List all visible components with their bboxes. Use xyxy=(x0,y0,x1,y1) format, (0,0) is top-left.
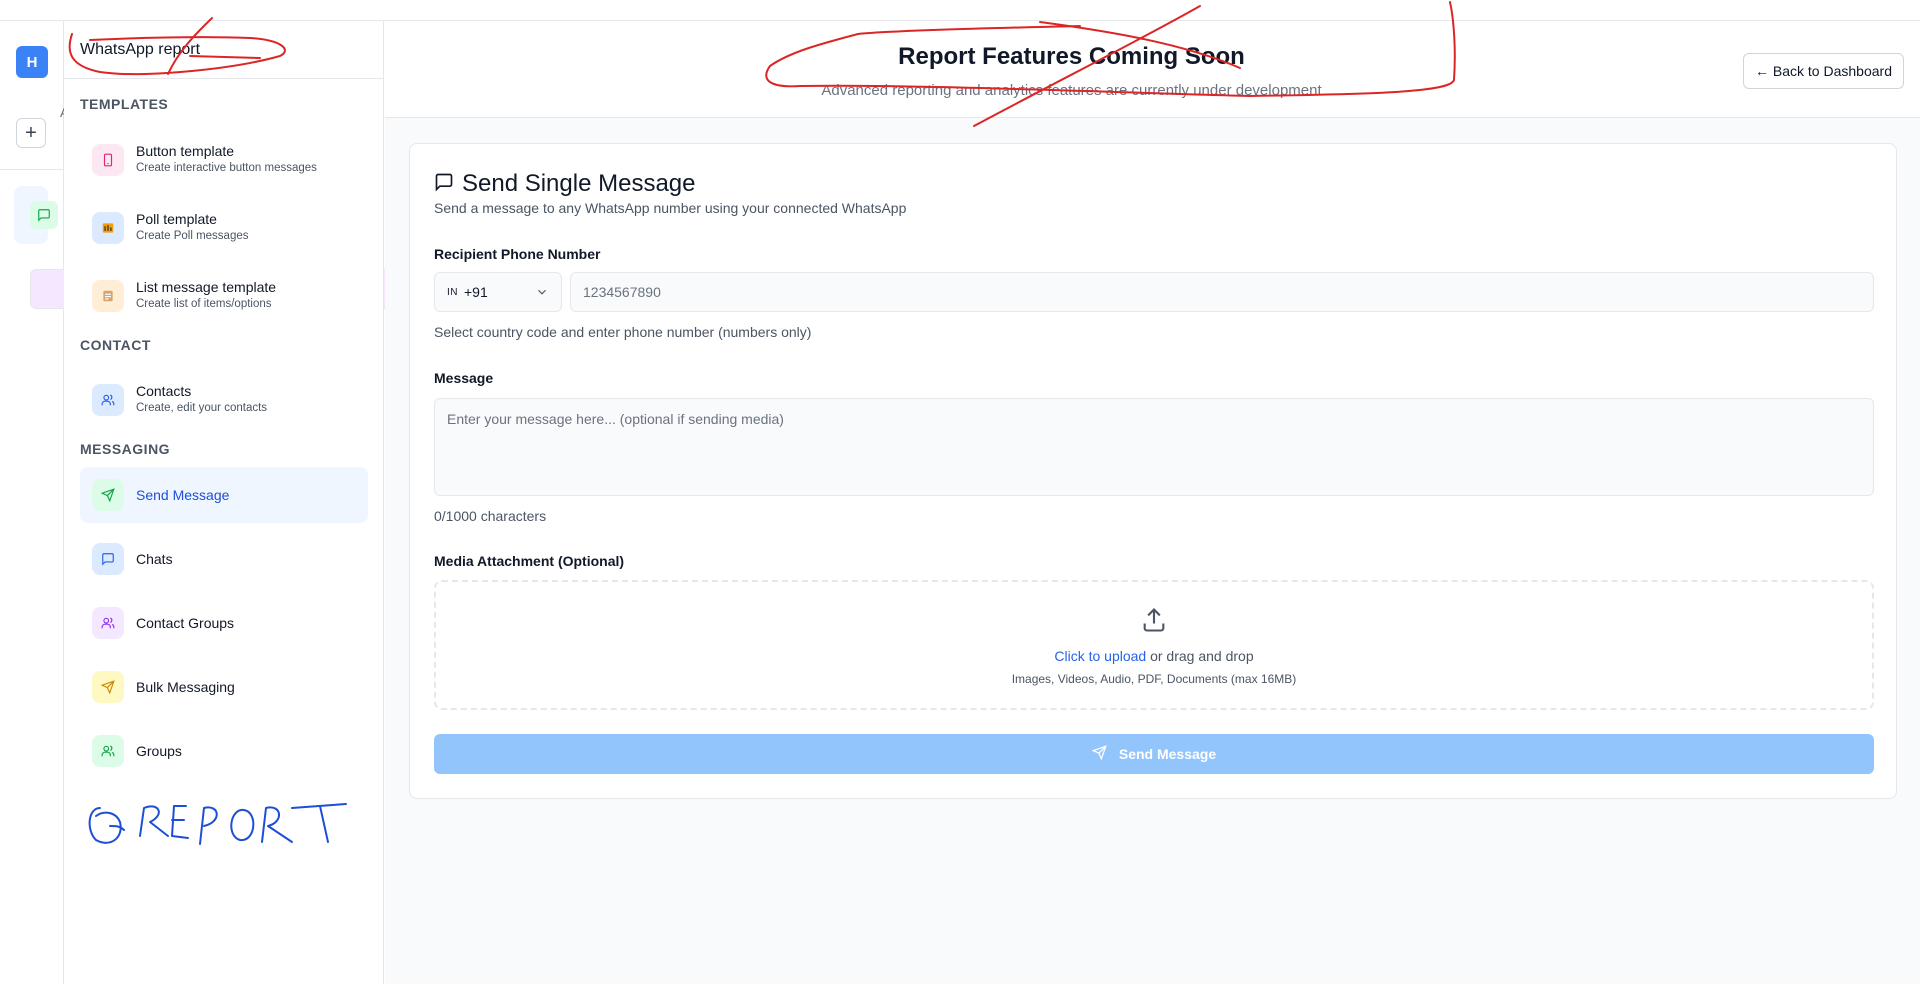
send-icon xyxy=(92,671,124,703)
sidebar-item-label: Groups xyxy=(136,743,182,759)
message-label: Message xyxy=(434,370,494,386)
sidebar-item-label: Contacts xyxy=(136,383,192,399)
char-count: 0/1000 characters xyxy=(434,508,547,524)
sidebar: WhatsApp report TEMPLATES Button templat… xyxy=(64,21,384,984)
send-message-button[interactable]: Send Message xyxy=(434,734,1874,774)
sidebar-item-list-template[interactable]: List message template Create list of ite… xyxy=(80,268,368,324)
chat-icon xyxy=(434,172,454,197)
country-code-select[interactable]: IN +91 xyxy=(434,272,562,312)
click-to-upload-link[interactable]: Click to upload xyxy=(1054,648,1146,664)
chevron-down-icon xyxy=(535,285,549,302)
card-title: Send Single Message xyxy=(462,170,696,197)
card-title-row: Send Single Message xyxy=(434,170,695,198)
sidebar-item-contact-groups[interactable]: Contact Groups xyxy=(80,595,368,651)
sidebar-title: WhatsApp report xyxy=(80,41,201,58)
rail-chat-icon[interactable] xyxy=(30,201,58,229)
page-header: Report Features Coming Soon Advanced rep… xyxy=(385,21,1920,118)
sidebar-item-description: Create list of items/options xyxy=(136,298,272,310)
sidebar-item-contacts[interactable]: Contacts Create, edit your contacts xyxy=(80,372,368,428)
poll-icon xyxy=(92,212,124,244)
phone-icon xyxy=(92,144,124,176)
sidebar-item-description: Create, edit your contacts xyxy=(136,402,268,414)
add-workspace-button[interactable]: + xyxy=(16,118,46,148)
users-icon xyxy=(92,735,124,767)
sidebar-item-bulk-messaging[interactable]: Bulk Messaging xyxy=(80,659,368,715)
sidebar-item-label: List message template xyxy=(136,279,277,295)
phone-help-text: Select country code and enter phone numb… xyxy=(434,324,812,340)
sidebar-item-label: Bulk Messaging xyxy=(136,679,235,695)
sidebar-item-poll-template[interactable]: Poll template Create Poll messages xyxy=(80,200,368,256)
section-label-contact: CONTACT xyxy=(80,337,151,353)
workspace-rail: H + xyxy=(0,21,1334,984)
page-title: Report Features Coming Soon xyxy=(898,43,1245,70)
sidebar-item-chats[interactable]: Chats xyxy=(80,531,368,587)
sidebar-item-description: Create Poll messages xyxy=(136,230,249,242)
chat-icon xyxy=(92,543,124,575)
sidebar-item-description: Create interactive button messages xyxy=(136,162,317,174)
rail-divider xyxy=(0,169,64,170)
main-content: Report Features Coming Soon Advanced rep… xyxy=(385,21,1920,984)
phone-label: Recipient Phone Number xyxy=(434,246,601,262)
sidebar-item-label: Poll template xyxy=(136,211,217,227)
page-subtitle: Advanced reporting and analytics feature… xyxy=(821,82,1322,99)
message-textarea[interactable] xyxy=(434,398,1874,496)
workspace-avatar[interactable]: H xyxy=(16,46,48,78)
upload-icon xyxy=(1140,606,1168,639)
send-icon xyxy=(92,479,124,511)
card-subtitle: Send a message to any WhatsApp number us… xyxy=(434,200,907,216)
upload-types: Images, Videos, Audio, PDF, Documents (m… xyxy=(1011,672,1297,686)
sidebar-item-label: Chats xyxy=(136,551,173,567)
media-label: Media Attachment (Optional) xyxy=(434,553,625,569)
send-button-label: Send Message xyxy=(1118,746,1217,762)
send-message-card: Send Single Message Send a message to an… xyxy=(409,143,1897,799)
section-label-templates: TEMPLATES xyxy=(80,96,169,112)
sidebar-item-button-template[interactable]: Button template Create interactive butto… xyxy=(80,132,368,188)
sidebar-item-groups[interactable]: Groups xyxy=(80,723,368,779)
country-code-value: +91 xyxy=(464,284,488,300)
phone-number-input[interactable] xyxy=(570,272,1874,312)
app-root: H + A WhatsApp report TEMPLATES Button t… xyxy=(0,0,1920,984)
sidebar-item-label: Contact Groups xyxy=(136,615,235,631)
upload-rest-text: or drag and drop xyxy=(1146,648,1254,664)
users-icon xyxy=(92,384,124,416)
media-dropzone[interactable]: Click to upload or drag and drop Images,… xyxy=(434,580,1874,710)
sidebar-item-label: Send Message xyxy=(136,487,230,503)
back-to-dashboard-button[interactable]: ← Back to Dashboard xyxy=(1743,53,1904,89)
sidebar-item-send-message[interactable]: Send Message xyxy=(80,467,368,523)
sidebar-header: WhatsApp report xyxy=(64,21,384,79)
country-flag: IN xyxy=(447,286,458,298)
section-label-messaging: MESSAGING xyxy=(80,441,171,457)
list-icon xyxy=(92,280,124,312)
upload-instruction: Click to upload or drag and drop xyxy=(436,648,1872,664)
send-icon xyxy=(1091,745,1107,763)
users-icon xyxy=(92,607,124,639)
sidebar-item-label: Button template xyxy=(136,143,235,159)
